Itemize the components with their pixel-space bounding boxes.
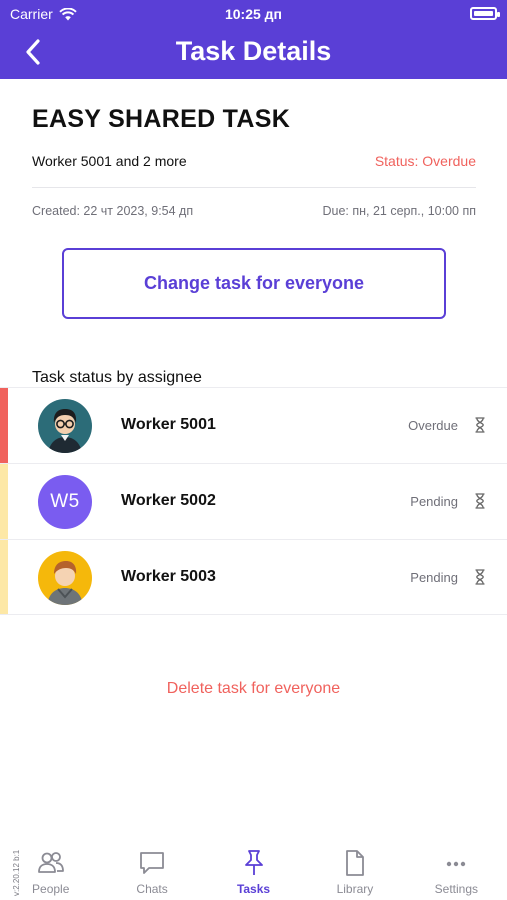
- status-time: 10:25 дп: [224, 6, 283, 22]
- initials-avatar: W5: [38, 475, 92, 529]
- battery-level: [474, 11, 493, 16]
- status-indicator: [0, 388, 8, 463]
- hourglass-icon: [475, 569, 485, 585]
- tab-chats[interactable]: Chats: [101, 840, 202, 900]
- glasses-man-avatar: [38, 399, 92, 453]
- pin-icon: [244, 850, 263, 875]
- document-icon: [346, 850, 364, 876]
- tab-tasks[interactable]: Tasks: [203, 840, 304, 900]
- tab-label: Settings: [434, 882, 478, 896]
- page-title: Task Details: [175, 36, 332, 66]
- assignee-section-heading: Task status by assignee: [32, 369, 202, 386]
- due-date: Due: пн, 21 серп., 10:00 пп: [322, 204, 476, 218]
- hourglass-icon: [475, 417, 485, 433]
- chat-bubble-icon: [140, 852, 165, 874]
- tab-label: Library: [336, 882, 374, 896]
- status-indicator: [0, 464, 8, 539]
- assignee-status: Pending: [410, 494, 458, 509]
- hourglass-icon: [475, 493, 485, 509]
- worker-name: Worker 5003: [121, 568, 216, 585]
- people-icon: [37, 852, 64, 873]
- task-status-label: Status: Overdue: [374, 153, 476, 169]
- divider: [32, 187, 476, 188]
- tab-label: Tasks: [236, 882, 271, 896]
- assignee-row[interactable]: Worker 5001 Overdue: [0, 387, 507, 463]
- tab-bar: People Chats Tasks Library Settings: [0, 840, 507, 900]
- tab-label: Chats: [136, 882, 168, 896]
- tab-settings[interactable]: Settings: [406, 840, 507, 900]
- more-dots-icon: [447, 861, 466, 867]
- assignee-status: Overdue: [408, 418, 458, 433]
- worker-name: Worker 5002: [121, 492, 216, 509]
- tab-library[interactable]: Library: [304, 840, 405, 900]
- status-bar: Carrier 10:25 дп: [0, 0, 507, 28]
- assignees-summary: Worker 5001 and 2 more: [32, 153, 187, 169]
- hoodie-man-avatar: [38, 551, 92, 605]
- navigation-header: Carrier 10:25 дп Task Details: [0, 0, 507, 79]
- status-indicator: [0, 540, 8, 614]
- created-date: Created: 22 чт 2023, 9:54 дп: [32, 204, 194, 218]
- worker-name: Worker 5001: [121, 416, 216, 433]
- battery-icon: [470, 7, 500, 20]
- assignee-row[interactable]: Worker 5003 Pending: [0, 539, 507, 615]
- assignee-status: Pending: [410, 570, 458, 585]
- avatar-initials: W5: [50, 491, 80, 512]
- task-title: EASY SHARED TASK: [32, 105, 291, 133]
- change-task-button[interactable]: Change task for everyone: [62, 248, 446, 319]
- delete-task-button[interactable]: Delete task for everyone: [0, 680, 507, 698]
- tab-label: People: [32, 882, 70, 896]
- tab-people[interactable]: People: [0, 840, 101, 900]
- assignee-row[interactable]: W5 Worker 5002 Pending: [0, 463, 507, 539]
- assignee-list: Worker 5001 Overdue W5 Worker 5002 Pendi…: [0, 387, 507, 615]
